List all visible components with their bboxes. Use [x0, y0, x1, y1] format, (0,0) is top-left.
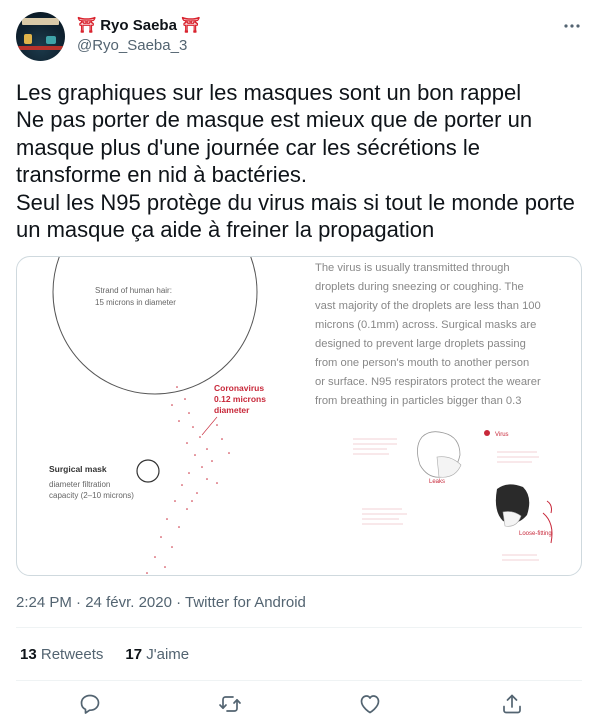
paragraph-line: vast majority of the droplets are less t… [315, 300, 541, 312]
author-handle[interactable]: @Ryo_Saeba_3 [77, 37, 187, 54]
mask-infographic: Strand of human hair: 15 microns in diam… [49, 257, 581, 574]
mask-line2: capacity (2–10 microns) [49, 491, 134, 500]
mask-line1: diameter filtration [49, 480, 110, 489]
likes-stat[interactable]: 17 J'aime [125, 646, 189, 663]
mask-circle [136, 459, 160, 483]
retweets-stat[interactable]: 13 Retweets [20, 646, 103, 663]
torii-icon: ⛩ [77, 17, 97, 34]
tweet-header: ⛩ Ryo Saeba ⛩ @Ryo_Saeba_3 [16, 12, 582, 62]
divider [16, 680, 582, 681]
likes-label: J'aime [146, 646, 190, 663]
share-icon[interactable] [500, 692, 524, 716]
reply-icon[interactable] [78, 692, 102, 716]
tweet-source[interactable]: Twitter for Android [185, 594, 306, 611]
tweet-time[interactable]: 2:24 PM [16, 594, 72, 611]
tweet-meta: 2:24 PM · 24 févr. 2020 · Twitter for An… [16, 594, 306, 611]
divider [16, 627, 582, 628]
meta-separator: · [71, 594, 86, 611]
info-paragraph: The virus is usually transmitted through… [315, 262, 541, 407]
paragraph-line: from one person's mouth to another perso… [315, 357, 529, 369]
hair-size: 15 microns in diameter [95, 298, 176, 307]
tweet-stats: 13 Retweets 17 J'aime [20, 646, 189, 663]
torii-icon: ⛩ [181, 17, 201, 34]
like-icon[interactable] [358, 692, 382, 716]
likes-count: 17 [125, 646, 143, 663]
tweet-text: Les graphiques sur les masques sont un b… [16, 80, 575, 243]
paragraph-line: from breathing in particles bigger than … [315, 395, 521, 407]
face-illustrations: Virus Leaks Loose-fitting [353, 430, 553, 561]
hair-label: Strand of human hair: [95, 286, 172, 295]
tweet-image[interactable]: Strand of human hair: 15 microns in diam… [16, 256, 582, 576]
more-options-icon[interactable] [562, 16, 582, 36]
meta-separator: · [171, 594, 186, 611]
tweet-date[interactable]: 24 févr. 2020 [85, 594, 172, 611]
fig-label-virus: Virus [495, 432, 509, 438]
retweets-count: 13 [20, 646, 37, 663]
paragraph-line: droplets during sneezing or coughing. Th… [315, 281, 524, 293]
fig-label-leaks: Leaks [429, 479, 445, 485]
paragraph-line: designed to prevent large droplets passi… [315, 338, 526, 350]
hair-circle [52, 257, 258, 395]
tweet-actions [0, 690, 598, 720]
author-name[interactable]: ⛩ Ryo Saeba ⛩ [77, 16, 200, 34]
retweets-label: Retweets [40, 646, 104, 663]
virus-label-3: diameter [214, 405, 250, 415]
fig-label-loose: Loose-fitting [519, 531, 552, 537]
paragraph-line: or surface. N95 respirators protect the … [315, 376, 541, 388]
virus-label-1: Coronavirus [214, 383, 264, 393]
avatar[interactable] [16, 12, 65, 61]
mask-title: Surgical mask [49, 464, 107, 474]
virus-label-2: 0.12 microns [214, 394, 266, 404]
author-name-text: Ryo Saeba [100, 17, 177, 34]
paragraph-line: The virus is usually transmitted through [315, 262, 510, 274]
paragraph-line: microns (0.1mm) across. Surgical masks a… [315, 319, 536, 331]
retweet-icon[interactable] [218, 692, 242, 716]
